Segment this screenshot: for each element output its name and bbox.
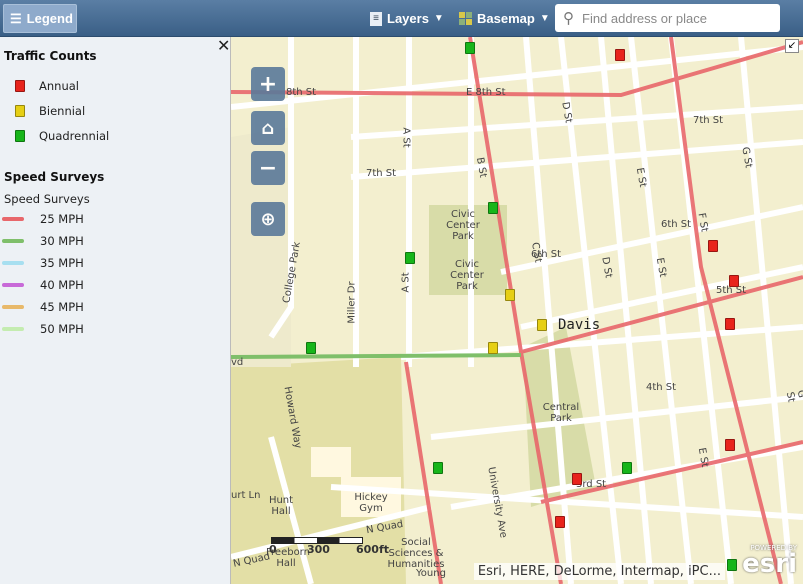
street-label: urt Ln <box>231 490 261 501</box>
street-label: A St <box>400 127 412 148</box>
traffic-marker-annual[interactable] <box>708 240 718 252</box>
park-label: Civic Center Park <box>450 259 484 292</box>
yellow-marker-icon <box>15 105 25 117</box>
map[interactable]: E 8th St 8th St 7th St 7th St 6th St 6th… <box>231 37 803 584</box>
traffic-marker-annual[interactable] <box>572 473 582 485</box>
traffic-counts-title: Traffic Counts <box>4 49 97 63</box>
zoom-in-button[interactable]: + <box>251 67 285 101</box>
traffic-marker-quadrennial[interactable] <box>433 462 443 474</box>
traffic-marker-quadrennial[interactable] <box>727 559 737 571</box>
traffic-marker-annual[interactable] <box>725 439 735 451</box>
attribution[interactable]: Esri, HERE, DeLorme, Intermap, iPC... <box>473 563 725 580</box>
green-marker-icon <box>15 130 25 142</box>
building-label: Hunt Hall <box>268 495 294 517</box>
traffic-marker-quadrennial[interactable] <box>465 42 475 54</box>
locate-button[interactable]: ⊕ <box>251 202 285 236</box>
red-marker-icon <box>15 80 25 92</box>
legend-item-quadrennial: Quadrennial <box>15 129 109 143</box>
legend-panel: ✕ Traffic Counts Annual Biennial Quadren… <box>0 36 231 584</box>
line-swatch-icon <box>2 327 24 331</box>
speed-surveys-title: Speed Surveys <box>4 170 105 184</box>
basemap-icon <box>459 12 472 25</box>
building-label: Social Sciences & Humanities <box>387 537 445 570</box>
building-label: Hickey Gym <box>354 492 388 514</box>
locate-crosshair-icon: ⊕ <box>260 208 276 230</box>
scale-label: 300 <box>307 543 330 556</box>
street-label: 8th St <box>286 87 317 98</box>
traffic-marker-quadrennial[interactable] <box>405 252 415 264</box>
traffic-marker-annual[interactable] <box>555 516 565 528</box>
scale-label: 0 <box>269 543 277 556</box>
legend-item-annual: Annual <box>15 79 79 93</box>
line-swatch-icon <box>2 217 24 221</box>
toolbar: ☰ Legend ≡ Layers ▼ Basemap ▼ ⚲ Find address … <box>0 0 803 37</box>
caret-down-icon: ▼ <box>433 13 444 24</box>
street-label: G St <box>783 389 803 404</box>
traffic-marker-quadrennial[interactable] <box>622 462 632 474</box>
traffic-marker-biennial[interactable] <box>488 342 498 354</box>
traffic-marker-annual[interactable] <box>729 275 739 287</box>
home-button[interactable]: ⌂ <box>251 111 285 145</box>
street-label: E 8th St <box>466 87 506 98</box>
street-label: 4th St <box>646 382 677 393</box>
line-swatch-icon <box>2 261 24 265</box>
line-swatch-icon <box>2 239 24 243</box>
overview-toggle-icon[interactable]: ↙ <box>785 39 799 53</box>
legend-item-speed: 50 MPH <box>2 322 84 336</box>
search-icon: ⚲ <box>563 10 574 27</box>
traffic-marker-biennial[interactable] <box>537 319 547 331</box>
scale-label: 600ft <box>356 543 390 556</box>
traffic-marker-quadrennial[interactable] <box>488 202 498 214</box>
legend-item-biennial: Biennial <box>15 104 85 118</box>
city-label: Davis <box>558 317 601 333</box>
traffic-marker-quadrennial[interactable] <box>306 342 316 354</box>
esri-logo: POWERED BY esri <box>742 544 797 579</box>
home-icon: ⌂ <box>261 117 275 139</box>
legend-item-speed: 40 MPH <box>2 278 84 292</box>
street-label: vd <box>231 357 244 368</box>
traffic-marker-annual[interactable] <box>725 318 735 330</box>
caret-down-icon: ▼ <box>539 13 550 24</box>
speed-surveys-sublabel: Speed Surveys <box>4 192 90 206</box>
zoom-out-button[interactable]: − <box>251 151 285 185</box>
layers-button[interactable]: ≡ Layers ▼ <box>370 4 444 33</box>
legend-item-speed: 45 MPH <box>2 300 84 314</box>
traffic-marker-annual[interactable] <box>615 49 625 61</box>
search-input[interactable]: ⚲ Find address or place <box>555 4 780 32</box>
legend-list-icon: ☰ <box>10 10 22 26</box>
legend-item-speed: 35 MPH <box>2 256 84 270</box>
legend-item-speed: 25 MPH <box>2 212 84 226</box>
street-label: 6th St <box>661 219 692 230</box>
line-swatch-icon <box>2 283 24 287</box>
traffic-marker-biennial[interactable] <box>505 289 515 301</box>
street-label: A St <box>400 272 412 293</box>
street-label: 7th St <box>693 115 724 126</box>
legend-item-speed: 30 MPH <box>2 234 84 248</box>
street-label: 7th St <box>366 168 397 179</box>
layers-icon: ≡ <box>370 11 382 26</box>
building-label: Young <box>416 568 446 579</box>
close-icon[interactable]: ✕ <box>217 36 230 55</box>
street-label: Miller Dr <box>346 281 358 324</box>
legend-button[interactable]: ☰ Legend <box>3 4 77 33</box>
park-label: Central Park <box>542 402 580 424</box>
basemap-button[interactable]: Basemap ▼ <box>459 4 550 33</box>
line-swatch-icon <box>2 305 24 309</box>
park-label: Civic Center Park <box>446 209 480 242</box>
